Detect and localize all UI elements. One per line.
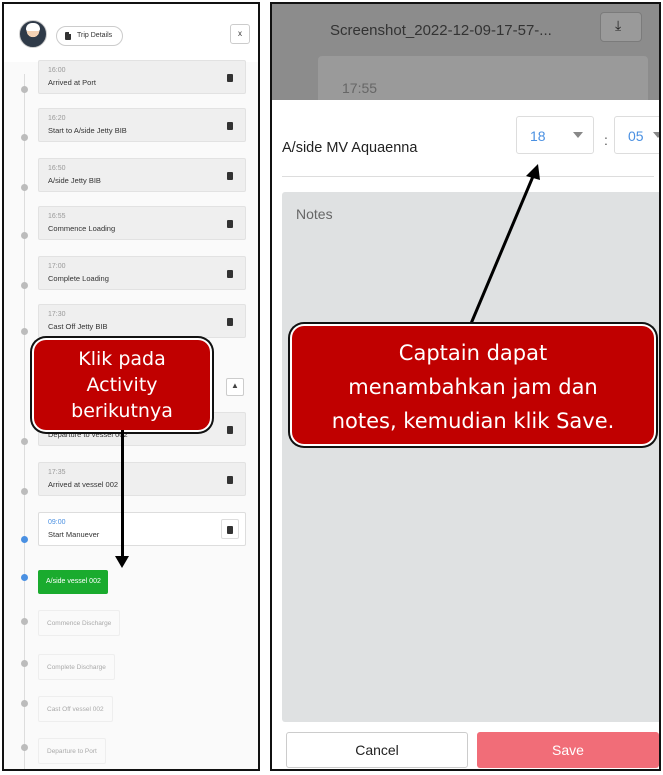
pending-activity: Complete Discharge [38,654,115,680]
activity-card[interactable]: 17:30 Cast Off Jetty BIB [38,304,246,338]
activity-card[interactable]: 16:00 Arrived at Port [38,60,246,94]
timeline-dot [21,618,28,625]
document-icon[interactable] [227,220,233,228]
callout-line: menambahkan jam dan [348,375,598,399]
notes-placeholder: Notes [296,206,333,222]
timeline-dot [21,700,28,707]
background-overlay: Screenshot_2022-12-09-17-57-... 17:55 [272,4,659,104]
document-icon[interactable] [227,74,233,82]
timeline-dot [21,488,28,495]
document-icon[interactable] [227,270,233,278]
activity-name: Departure to vessel 002 [48,430,128,439]
panel-header: Trip Details x [4,4,258,62]
activity-card[interactable]: 17:35 Arrived at vessel 002 [38,462,246,496]
activity-name: A/side Jetty BIB [48,176,101,185]
document-icon[interactable] [227,172,233,180]
activity-time: 16:00 [48,67,66,74]
timeline-dot [21,232,28,239]
activity-name: Complete Loading [48,274,109,283]
timeline-dot [21,282,28,289]
activity-name: Commence Loading [48,224,116,233]
timeline-dot-active [21,536,28,543]
close-button[interactable]: x [230,24,250,44]
timeline-dot [21,660,28,667]
pending-activity: Departure to Port [38,738,106,764]
background-card-time: 17:55 [342,80,378,96]
trip-timeline-panel: Trip Details x 16:00 Arrived at Port 16:… [2,2,260,771]
callout-arrowhead [115,556,129,568]
timeline-dot [21,438,28,445]
callout-line: Klik pada [78,348,166,370]
next-activity-button[interactable]: A/side vessel 002 [38,570,108,594]
timeline-dot [21,134,28,141]
time-separator: : [604,132,608,148]
pending-activity: Cast Off vessel 002 [38,696,113,722]
timeline-dot [21,86,28,93]
document-icon[interactable] [227,476,233,484]
document-icon[interactable] [227,426,233,434]
hour-value: 18 [530,128,546,144]
activity-name: Start to A/side Jetty BIB [48,126,127,135]
activity-name: A/side MV Aquaenna [282,140,418,156]
instruction-callout: Klik pada Activity berikutnya [34,340,210,430]
activity-card[interactable]: 16:50 A/side Jetty BIB [38,158,246,192]
activity-time: 16:50 [48,165,66,172]
activity-time-modal-panel: Screenshot_2022-12-09-17-57-... 17:55 A/… [270,2,661,771]
save-button[interactable]: Save [477,732,659,768]
trip-details-label: Trip Details [77,32,113,39]
activity-name: Cast Off Jetty BIB [48,322,108,331]
timeline-dot [21,328,28,335]
activity-card-active[interactable]: 09:00 Start Manuever [38,512,246,546]
activity-card[interactable]: 16:55 Commence Loading [38,206,246,240]
download-icon [600,12,642,42]
minute-value: 05 [628,128,644,144]
activity-name: Arrived at vessel 002 [48,480,119,489]
hour-select[interactable]: 18 [516,116,594,154]
instruction-callout: Captain dapat menambahkan jam dan notes,… [292,326,654,444]
activity-time: 17:35 [48,469,66,476]
activity-time: 09:00 [48,519,66,526]
trip-details-button[interactable]: Trip Details [56,26,124,46]
callout-line: Activity [86,374,158,396]
document-icon[interactable] [227,122,233,130]
document-icon[interactable] [227,318,233,326]
cancel-button[interactable]: Cancel [286,732,468,768]
chevron-down-icon [573,132,583,138]
activity-card[interactable]: 16:20 Start to A/side Jetty BIB [38,108,246,142]
activity-time: 17:00 [48,263,66,270]
activity-name: Arrived at Port [48,78,96,87]
avatar [19,20,47,48]
upload-icon[interactable] [226,378,244,396]
divider [282,176,654,177]
callout-arrow [121,430,124,558]
timeline-dot [21,744,28,751]
background-title: Screenshot_2022-12-09-17-57-... [330,22,552,39]
timeline-dot-next [21,574,28,581]
activity-card[interactable]: 17:00 Complete Loading [38,256,246,290]
pending-activity: Commence Discharge [38,610,121,636]
document-icon [65,32,71,40]
activity-time: 17:30 [48,311,66,318]
activity-time: 16:55 [48,213,66,220]
chevron-down-icon [653,132,659,138]
callout-line: berikutnya [71,400,173,422]
minute-select[interactable]: 05 [614,116,659,154]
notes-textarea[interactable]: Notes [282,192,659,722]
callout-line: Captain dapat [398,341,548,365]
activity-name: Start Manuever [48,530,100,539]
document-icon [227,526,233,534]
timeline-dot [21,184,28,191]
activity-time: 16:20 [48,115,66,122]
callout-line: notes, kemudian klik Save. [331,409,615,433]
